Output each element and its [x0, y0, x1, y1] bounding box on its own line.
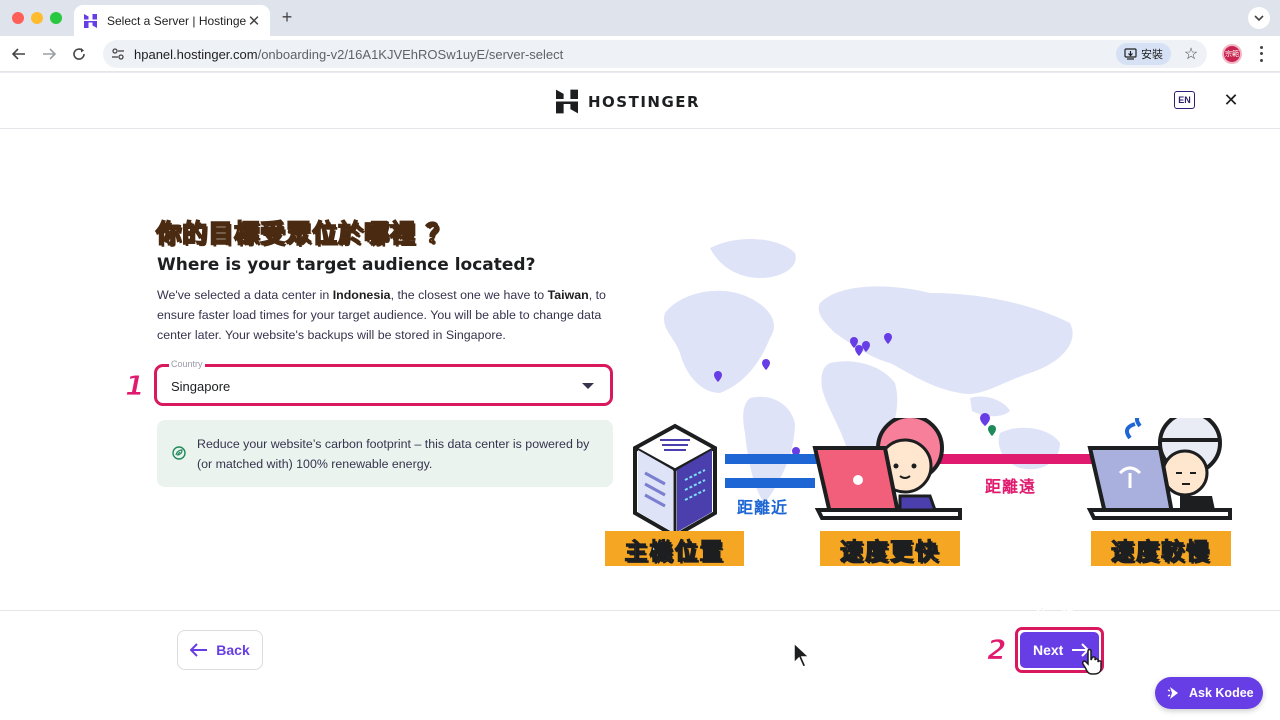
install-icon: [1124, 48, 1137, 60]
back-button[interactable]: Back: [177, 630, 263, 670]
back-arrow-icon[interactable]: [9, 44, 29, 64]
next-button-label: Next: [1033, 642, 1064, 658]
bookmark-star-icon[interactable]: ☆: [1181, 44, 1201, 64]
page-header: HOSTINGER EN ✕: [0, 73, 1280, 129]
map-indonesia: [970, 396, 1010, 417]
near-bar-top: [725, 454, 820, 464]
country-select-value: Singapore: [171, 379, 231, 394]
page-description: We've selected a data center in Indonesi…: [157, 288, 606, 342]
language-selector[interactable]: EN: [1174, 91, 1195, 109]
map-greenland-north: [710, 238, 796, 278]
back-button-label: Back: [216, 642, 250, 658]
renewable-energy-text: Reduce your website’s carbon footprint –…: [197, 437, 590, 471]
pin-us-east: [762, 359, 770, 370]
slower-speed-tag: 速度較慢: [1091, 531, 1231, 566]
browser-toolbar: hpanel.hostinger.com/onboarding-v2/16A1K…: [0, 36, 1280, 72]
sparkle-icon: [1167, 687, 1178, 699]
close-window-button[interactable]: [12, 12, 24, 24]
hostinger-favicon-icon: [82, 13, 98, 29]
leaf-icon: [172, 446, 186, 460]
country-select[interactable]: Country Singapore: [154, 359, 613, 406]
reload-icon[interactable]: [69, 44, 89, 64]
selected-location: Indonesia: [332, 288, 391, 302]
mouse-cursor-icon: [793, 641, 811, 668]
near-bar-bottom: [725, 478, 815, 488]
maximize-window-button[interactable]: [50, 12, 62, 24]
minimize-window-button[interactable]: [31, 12, 43, 24]
ask-kodee-label: Ask Kodee: [1189, 686, 1254, 700]
step-number-2: 2: [986, 633, 1007, 667]
chevron-down-icon: [1254, 15, 1264, 21]
tab-close-icon[interactable]: ✕: [246, 12, 262, 30]
renewable-energy-notice: Reduce your website’s carbon footprint –…: [157, 420, 613, 487]
caret-down-icon: [582, 383, 594, 389]
next-step-annotation: 下一步: [1031, 600, 1077, 619]
profile-avatar[interactable]: 宗範: [1222, 44, 1242, 64]
arrow-left-icon: [190, 643, 208, 657]
audience-location: Taiwan: [547, 288, 589, 302]
page: HOSTINGER EN ✕ 你的目標受眾位於哪裡 ？ Where is you…: [0, 73, 1280, 720]
install-app-button[interactable]: 安裝: [1116, 43, 1171, 65]
tab-title: Select a Server | Hostinger: [107, 13, 246, 28]
server-icon: [633, 423, 717, 539]
far-bar: [940, 454, 1100, 464]
browser-tab-active[interactable]: Select a Server | Hostinger ✕: [74, 5, 270, 36]
annotation-title: 你的目標受眾位於哪裡 ？: [155, 218, 452, 249]
server-location-tag: 主機位置: [605, 531, 744, 566]
browser-menu-icon[interactable]: [1254, 44, 1268, 64]
tab-search-button[interactable]: [1248, 7, 1270, 29]
hostinger-logo: HOSTINGER: [556, 89, 700, 114]
ask-kodee-button[interactable]: Ask Kodee: [1155, 677, 1263, 709]
url-path: /onboarding-v2/16A1KJVEhROSw1uyE/server-…: [257, 46, 564, 62]
near-distance-label: 距離近: [737, 498, 789, 517]
url-host: hpanel.hostinger.com: [134, 46, 258, 62]
faster-speed-tag: 速度更快: [820, 531, 960, 566]
brand-name: HOSTINGER: [588, 92, 701, 111]
hand-pointer-icon: [1082, 649, 1102, 675]
page-title: Where is your target audience located?: [157, 255, 536, 275]
page-footer: Back 下一步 2 Next: [0, 600, 1280, 720]
forward-arrow-icon[interactable]: [39, 44, 59, 64]
pin-france: [855, 345, 863, 356]
far-distance-label: 距離遠: [985, 477, 1037, 496]
address-bar[interactable]: hpanel.hostinger.com/onboarding-v2/16A1K…: [103, 40, 1207, 68]
site-settings-icon[interactable]: [110, 46, 126, 62]
step-number-1: 1: [124, 369, 145, 403]
hostinger-logo-icon: [556, 89, 578, 114]
fast-laptop-user-icon: [812, 418, 962, 520]
country-select-label: Country: [169, 359, 205, 369]
url-text: hpanel.hostinger.com/onboarding-v2/16A1K…: [134, 47, 1116, 62]
close-onboarding-button[interactable]: ✕: [1222, 91, 1240, 109]
slow-laptop-user-icon: [1086, 418, 1232, 520]
browser-tab-bar: Select a Server | Hostinger ✕ +: [0, 0, 1280, 36]
new-tab-button[interactable]: +: [278, 7, 296, 27]
install-label: 安裝: [1141, 49, 1163, 61]
